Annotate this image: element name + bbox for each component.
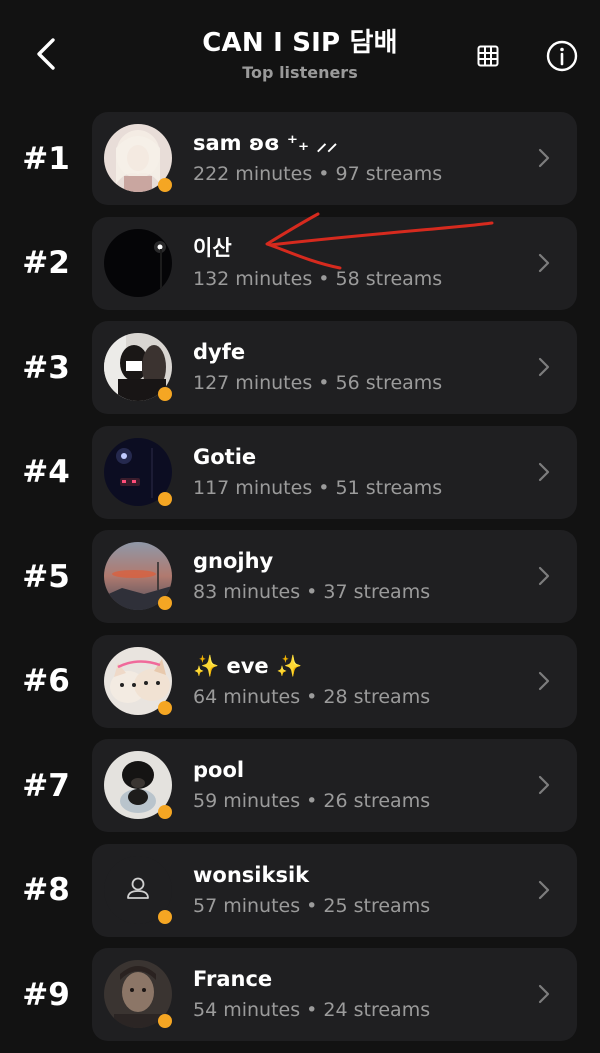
listener-name: wonsiksik (193, 862, 310, 887)
status-dot (158, 805, 172, 819)
listener-card[interactable]: gnojhy 83 minutes • 37 streams (92, 530, 577, 623)
grid-view-button[interactable] (470, 38, 506, 74)
listener-row: #4 Gotie 117 minutes • 51 streams (0, 425, 600, 531)
rank-label: #3 (22, 349, 70, 386)
listener-stats: 83 minutes • 37 streams (193, 581, 431, 603)
rank-label: #7 (22, 767, 70, 804)
rank-label: #5 (22, 558, 70, 595)
listener-stats: 132 minutes • 58 streams (193, 267, 443, 290)
status-dot (158, 387, 172, 401)
listener-name: dyfe (193, 340, 246, 364)
chevron-right-icon (538, 462, 550, 481)
chevron-right-icon (538, 148, 550, 168)
listener-stats: 57 minutes • 25 streams (193, 894, 431, 917)
listener-stats: 64 minutes • 28 streams (193, 685, 431, 708)
page-subtitle: Top listeners (242, 63, 358, 82)
listener-card[interactable]: dyfe 127 minutes • 56 streams (92, 321, 577, 414)
listener-row: #2 이산 132 minutes • 58 streams (0, 216, 600, 322)
listener-name: sam ʚɞ ⁺₊ ⸝⸝ (193, 131, 338, 155)
listener-row: #9 France 54 minutes • 24 streams (0, 948, 600, 1053)
listener-card[interactable]: sam ʚɞ ⁺₊ ⸝⸝ 222 minutes • 97 streams (92, 112, 577, 205)
chevron-right-icon (538, 357, 550, 377)
chevron-right-icon (538, 253, 550, 272)
grid-icon (477, 45, 499, 67)
chevron-right-icon (538, 566, 550, 586)
status-dot (158, 909, 172, 924)
page-title: CAN I SIP 담배 (202, 28, 398, 58)
listener-row: #8 wonsiksik 57 minutes • 25 streams (0, 843, 600, 949)
rank-label: #8 (22, 872, 70, 908)
listener-row: #6 ✨ eve ✨ 64 minutes • 28 streams (0, 634, 600, 740)
listener-row: #5 gnojhy 83 minutes • 37 streams (0, 530, 600, 635)
rank-label: #4 (22, 454, 70, 490)
listener-stats: 222 minutes • 97 streams (193, 163, 443, 185)
info-button[interactable] (544, 38, 580, 74)
listener-card[interactable]: ✨ eve ✨ 64 minutes • 28 streams (92, 634, 577, 728)
listener-card[interactable]: 이산 132 minutes • 58 streams (92, 216, 577, 310)
listener-name: 이산 (193, 235, 232, 260)
listener-name: ✨ eve ✨ (193, 653, 303, 678)
status-dot (158, 1014, 172, 1028)
listener-stats: 59 minutes • 26 streams (193, 790, 431, 812)
back-button[interactable] (26, 34, 66, 74)
title-block: CAN I SIP 담배 Top listeners (150, 26, 450, 84)
listener-row: #3 dyfe 127 minutes • 56 streams (0, 321, 600, 426)
listener-card[interactable]: France 54 minutes • 24 streams (92, 948, 577, 1041)
listener-name: pool (193, 758, 245, 782)
listener-card[interactable]: Gotie 117 minutes • 51 streams (92, 425, 577, 519)
rank-label: #2 (22, 245, 70, 281)
chevron-right-icon (538, 671, 550, 690)
rank-label: #9 (22, 976, 70, 1013)
listener-card[interactable]: wonsiksik 57 minutes • 25 streams (92, 843, 577, 937)
status-dot (158, 491, 172, 506)
listener-list: #1 sam ʚɞ ⁺₊ ⸝⸝ 222 minutes • 97 streams… (0, 112, 600, 1053)
info-icon (546, 40, 578, 72)
listener-row: #1 sam ʚɞ ⁺₊ ⸝⸝ 222 minutes • 97 streams (0, 112, 600, 217)
listener-stats: 127 minutes • 56 streams (193, 372, 443, 394)
status-dot (158, 700, 172, 715)
chevron-right-icon (538, 880, 550, 899)
listener-name: gnojhy (193, 549, 274, 573)
header: CAN I SIP 담배 Top listeners (0, 0, 600, 104)
listener-card[interactable]: pool 59 minutes • 26 streams (92, 739, 577, 832)
listener-stats: 117 minutes • 51 streams (193, 476, 443, 499)
listener-name: France (193, 967, 273, 991)
chevron-left-icon (37, 38, 55, 70)
avatar (104, 228, 172, 297)
listener-stats: 54 minutes • 24 streams (193, 999, 431, 1021)
status-dot (158, 596, 172, 610)
listener-name: Gotie (193, 444, 257, 469)
chevron-right-icon (538, 984, 550, 1004)
chevron-right-icon (538, 775, 550, 795)
listener-row: #7 pool 59 minutes • 26 streams (0, 739, 600, 844)
rank-label: #6 (22, 663, 70, 699)
status-dot (158, 178, 172, 192)
rank-label: #1 (22, 140, 70, 177)
